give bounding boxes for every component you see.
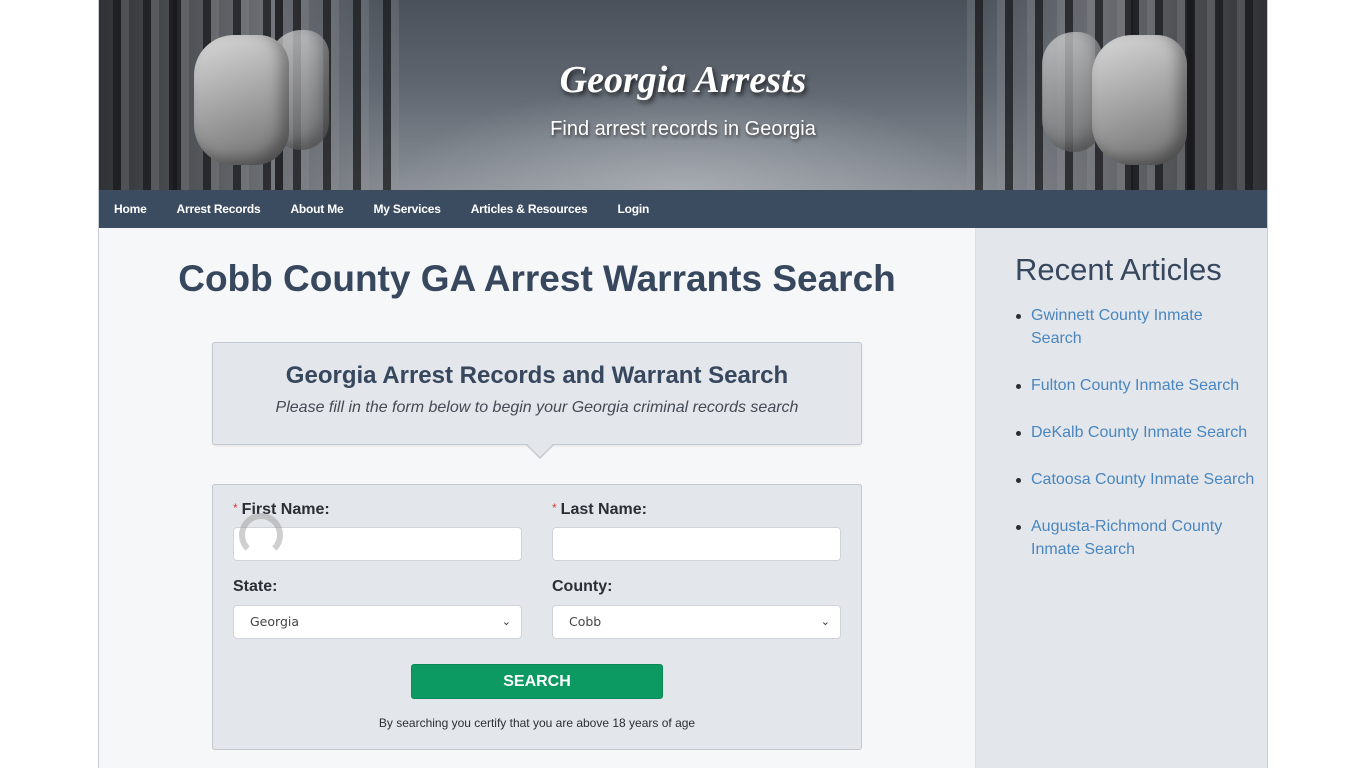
chevron-down-icon: ⌄ <box>820 615 830 628</box>
last-name-field: * Last Name: <box>552 501 842 561</box>
state-label: State: <box>233 578 278 595</box>
list-item: Catoosa County Inmate Search <box>1015 468 1255 491</box>
main-content: Cobb County GA Arrest Warrants Search Ge… <box>99 228 975 768</box>
list-item: DeKalb County Inmate Search <box>1015 421 1255 444</box>
nav-login[interactable]: Login <box>617 202 649 216</box>
list-item: Fulton County Inmate Search <box>1015 374 1255 397</box>
list-item: Gwinnett County Inmate Search <box>1015 304 1255 350</box>
last-name-input[interactable] <box>552 527 841 561</box>
nav-about-me[interactable]: About Me <box>290 202 343 216</box>
site-title[interactable]: Georgia Arrests <box>99 58 1267 102</box>
sidebar: Recent Articles Gwinnett County Inmate S… <box>975 228 1267 768</box>
recent-articles-list: Gwinnett County Inmate Search Fulton Cou… <box>1015 304 1255 585</box>
county-label: County: <box>552 578 613 595</box>
state-select[interactable]: Georgia ⌄ <box>233 605 522 639</box>
state-field: State: Georgia ⌄ <box>233 578 523 639</box>
site-tagline: Find arrest records in Georgia <box>550 118 816 140</box>
age-disclaimer: By searching you certify that you are ab… <box>378 716 696 730</box>
main-nav: Home Arrest Records About Me My Services… <box>99 190 1267 228</box>
loading-spinner-icon <box>239 513 283 557</box>
nav-articles-resources[interactable]: Articles & Resources <box>471 202 588 216</box>
recent-articles-heading: Recent Articles <box>1015 252 1222 287</box>
first-name-label: * First Name: <box>233 501 330 518</box>
article-link-augusta-richmond[interactable]: Augusta-Richmond County Inmate Search <box>1031 518 1222 558</box>
state-selected-value: Georgia <box>250 614 300 629</box>
search-subheading: Please fill in the form below to begin y… <box>275 399 799 416</box>
article-link-fulton[interactable]: Fulton County Inmate Search <box>1031 377 1239 394</box>
county-selected-value: Cobb <box>569 614 602 629</box>
county-select[interactable]: Cobb ⌄ <box>552 605 841 639</box>
search-form: * First Name: * Last Name: State: Georgia … <box>212 484 862 750</box>
required-marker: * <box>552 501 557 515</box>
chevron-down-icon: ⌄ <box>501 615 511 628</box>
nav-home[interactable]: Home <box>114 202 147 216</box>
search-intro-box: Georgia Arrest Records and Warrant Searc… <box>212 342 862 459</box>
article-link-gwinnett[interactable]: Gwinnett County Inmate Search <box>1031 307 1203 347</box>
search-button[interactable]: SEARCH <box>411 664 663 699</box>
callout-arrow <box>526 444 554 459</box>
article-link-catoosa[interactable]: Catoosa County Inmate Search <box>1031 471 1254 488</box>
page-container: Georgia Arrests Find arrest records in G… <box>98 0 1268 768</box>
required-marker: * <box>233 501 238 515</box>
page-title: Cobb County GA Arrest Warrants Search <box>178 258 896 299</box>
last-name-label: * Last Name: <box>552 501 647 518</box>
nav-my-services[interactable]: My Services <box>374 202 441 216</box>
search-heading: Georgia Arrest Records and Warrant Searc… <box>285 362 789 389</box>
list-item: Augusta-Richmond County Inmate Search <box>1015 515 1255 561</box>
nav-arrest-records[interactable]: Arrest Records <box>177 202 261 216</box>
article-link-dekalb[interactable]: DeKalb County Inmate Search <box>1031 424 1247 441</box>
county-field: County: Cobb ⌄ <box>552 578 842 639</box>
header-banner: Georgia Arrests Find arrest records in G… <box>99 0 1267 190</box>
